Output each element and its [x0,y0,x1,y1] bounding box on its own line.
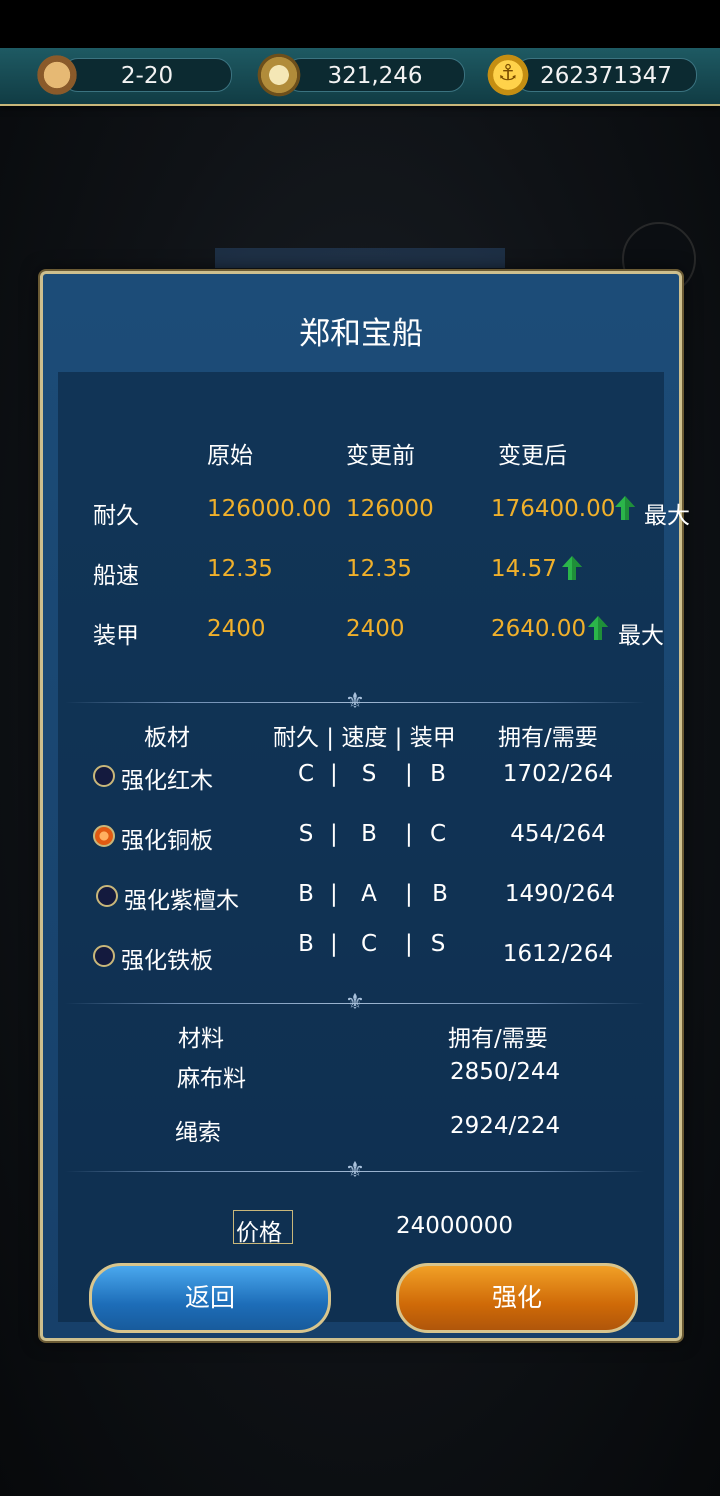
stat-speed-label: 船速 [93,563,139,589]
board-grade-durability: B [298,881,314,907]
grade-separator: | [405,931,413,957]
boards-header-name: 板材 [144,725,190,751]
compass-counter: 321,246 [285,58,465,92]
board-owned: 1490/264 [504,881,616,907]
grade-separator: | [330,761,338,787]
stat-armor-after: 2640.00 [491,616,587,642]
board-radio[interactable] [93,945,115,967]
board-grade-armor: B [430,761,446,787]
grade-separator: | [405,881,413,907]
board-radio[interactable] [93,765,115,787]
stat-durability-after: 176400.00 [491,496,616,522]
board-grade-speed: B [361,821,377,847]
board-grade-durability: C [297,761,315,787]
board-name: 强化红木 [121,768,213,794]
header-original: 原始 [207,443,253,469]
resource-bar: 2-20 321,246 262371347 [0,48,720,106]
hourglass-icon [34,52,80,98]
board-grade-durability: S [298,821,314,847]
materials-header-name: 材料 [178,1026,224,1052]
price-label: 价格 [236,1220,282,1246]
stat-speed-original: 12.35 [207,556,273,582]
material-owned: 2924/224 [450,1113,561,1139]
up-arrow-icon [561,555,583,581]
stat-armor-label: 装甲 [93,623,139,649]
material-owned: 2850/244 [450,1059,561,1085]
compass-value: 321,246 [327,63,423,89]
stat-durability-label: 耐久 [93,503,139,529]
anchor-coin-icon [485,52,531,98]
board-name: 强化铜板 [121,828,213,854]
stage-value: 2-20 [120,63,174,89]
grade-separator: | [405,761,413,787]
back-button-label: 返回 [184,1283,235,1312]
stat-armor-before: 2400 [346,616,405,642]
section-divider: ⚜ [65,990,645,1015]
grade-separator: | [330,821,338,847]
background-banner [215,248,505,268]
enhance-button[interactable]: 强化 [396,1263,638,1333]
section-divider: ⚜ [65,689,645,714]
board-owned: 454/264 [510,821,606,847]
board-name: 强化紫檀木 [124,888,239,914]
enhance-button-label: 强化 [491,1283,542,1312]
gold-counter: 262371347 [515,58,697,92]
stat-armor-max: 最大 [618,623,664,649]
material-name: 绳索 [175,1120,221,1146]
grade-separator: | [330,931,338,957]
board-grade-speed: A [361,881,377,907]
compass-icon [256,52,302,98]
up-arrow-icon [614,495,636,521]
board-name: 强化铁板 [121,948,213,974]
boards-header-grades: 耐久 | 速度 | 装甲 [273,725,456,751]
material-name: 麻布料 [177,1066,246,1092]
stat-durability-original: 126000.00 [207,496,332,522]
status-bar [0,0,720,48]
board-grade-speed: C [360,931,378,957]
board-grade-armor: C [429,821,447,847]
stat-durability-max: 最大 [644,503,690,529]
up-arrow-icon [587,615,609,641]
stat-armor-original: 2400 [207,616,266,642]
grade-separator: | [330,881,338,907]
grade-separator: | [405,821,413,847]
board-radio-selected[interactable] [93,825,115,847]
board-grade-armor: S [430,931,446,957]
header-before: 变更前 [346,443,415,469]
board-grade-armor: B [432,881,448,907]
back-button[interactable]: 返回 [89,1263,331,1333]
boards-header-owned: 拥有/需要 [498,725,598,751]
header-after: 变更后 [498,443,567,469]
stat-speed-before: 12.35 [346,556,412,582]
materials-header-owned: 拥有/需要 [448,1026,548,1052]
gold-value: 262371347 [540,63,672,89]
board-grade-speed: S [361,761,377,787]
dialog-title: 郑和宝船 [299,316,423,352]
price-value: 24000000 [396,1213,514,1239]
stat-speed-after: 14.57 [491,556,557,582]
board-owned: 1702/264 [502,761,614,787]
board-owned: 1612/264 [502,941,614,967]
section-divider: ⚜ [65,1158,645,1183]
board-radio[interactable] [96,885,118,907]
board-grade-durability: B [298,931,314,957]
stat-durability-before: 126000 [346,496,434,522]
stage-counter: 2-20 [62,58,232,92]
